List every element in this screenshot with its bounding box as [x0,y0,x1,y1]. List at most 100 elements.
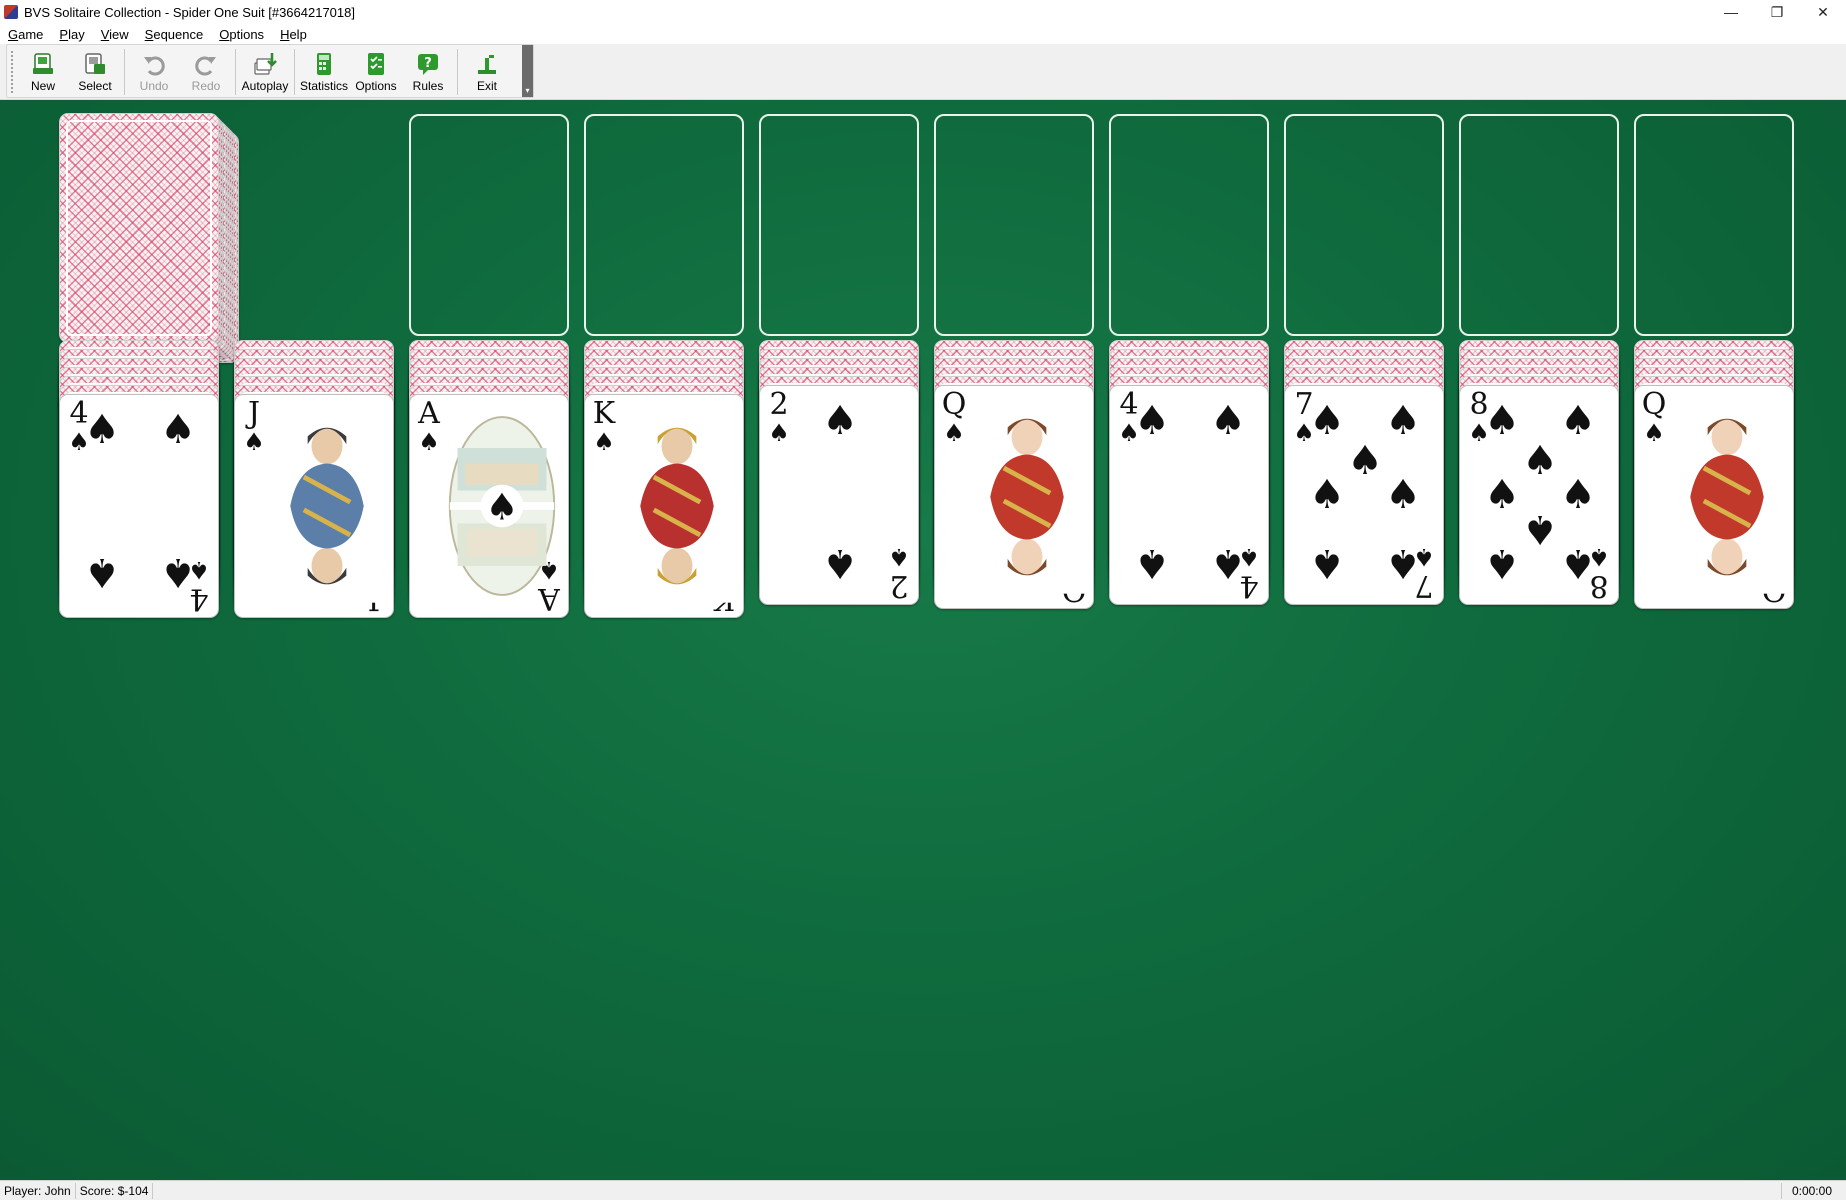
toolbar-separator [235,49,236,95]
options-label: Options [355,79,397,93]
exit-icon [478,55,496,74]
spade-icon: ♠ [888,543,910,571]
autoplay-icon [254,53,277,75]
player-status: Player: John [0,1182,76,1199]
foundation-slot [934,114,1094,336]
spade-icon: ♠ [943,419,965,447]
select-game-button[interactable]: Select [69,45,121,97]
tableau-card-2-spades[interactable]: 2 ♠ 2 ♠ ♠ ♠ [759,385,919,605]
stock-card-back[interactable] [59,113,219,343]
foundation-slot [1109,114,1269,336]
court-portrait-K [619,409,735,603]
card-face-art [619,407,735,605]
card-corner-rank: A ♠ [415,399,443,456]
new-game-button[interactable]: New [17,45,69,97]
elapsed-time: 0:00:00 [1780,1183,1846,1199]
spade-icon: ♠ [1309,398,1345,444]
ace-medallion: ♠ [448,416,556,596]
spade-icon: ♠ [1210,540,1246,586]
menu-bar: Game Play View Sequence Options Help [0,24,1846,44]
court-portrait-J [269,409,385,603]
spade-icon: ♠ [1643,419,1665,447]
redo-icon [195,56,216,76]
card-corner-rank: Q♠ [941,387,967,447]
menu-view[interactable]: View [93,27,137,42]
redo-label: Redo [191,79,221,93]
statistics-button[interactable]: Statistics [298,45,350,97]
tableau-card-4-spades[interactable]: 4 ♠ 4 ♠ ♠ ♠ ♠ ♠ [1109,385,1269,605]
tableau-card-J-spades[interactable]: J♠J♠ [234,394,394,618]
foundation-slot [1459,114,1619,336]
toolbar-separator [294,49,295,95]
tableau-card-4-spades[interactable]: 4 ♠ 4 ♠ ♠ ♠ ♠ ♠ [59,394,219,618]
toolbar: New Select Undo Redo Autoplay Statistics… [6,44,534,98]
spade-icon: ♠ [1347,438,1383,484]
minimize-button[interactable]: — [1708,0,1754,24]
tableau-card-K-spades[interactable]: K♠K♠ [584,394,744,618]
card-face-art [969,398,1085,596]
card-face-art [1669,398,1785,596]
rules-label: Rules [412,79,444,93]
menu-help[interactable]: Help [272,27,315,42]
toolbar-separator [124,49,125,95]
title-bar: BVS Solitaire Collection - Spider One Su… [0,0,1846,24]
options-button[interactable]: Options [350,45,402,97]
foundation-slot [759,114,919,336]
menu-sequence[interactable]: Sequence [137,27,212,42]
card-corner-rank: 2 ♠ [765,390,793,446]
exit-button[interactable]: Exit [461,45,513,97]
tableau-card-A-spades[interactable]: A ♠ A ♠ ♠ [409,394,569,618]
tableau-card-Q-spades[interactable]: Q♠Q♠ [1634,385,1794,609]
tableau-card-Q-spades[interactable]: Q♠Q♠ [934,385,1094,609]
card-face-art: ♠ [444,407,560,605]
window-controls: — ❐ ✕ [1708,0,1846,24]
spade-icon: ♠ [418,428,440,456]
toolbar-grip[interactable] [10,50,14,94]
spade-icon: ♠ [1385,398,1421,444]
autoplay-button[interactable]: Autoplay [239,45,291,97]
restore-button[interactable]: ❐ [1754,0,1800,24]
spade-icon: ♠ [1385,472,1421,518]
tableau-card-7-spades[interactable]: 7 ♠ 7 ♠ ♠ ♠ ♠ ♠ ♠ ♠ ♠ [1284,385,1444,605]
spade-icon: ♠ [84,549,120,595]
card-corner-rank: Q♠ [1641,387,1667,447]
card-corner-rank: J♠ [240,399,268,456]
help-icon: ? [418,54,438,75]
spade-icon: ♠ [1484,540,1520,586]
menu-options[interactable]: Options [211,27,272,42]
game-table: 4♠4♠♠♠♠♠J♠J♠ A♠A♠ ♠ K♠K♠ [0,100,1846,1180]
spade-icon: ♠ [1210,398,1246,444]
svg-text:?: ? [424,56,432,71]
spade-icon: ♠ [822,398,858,444]
redo-button[interactable]: Redo [180,45,232,97]
spade-icon: ♠ [160,549,196,595]
rules-button[interactable]: ? Rules [402,45,454,97]
spade-icon: ♠ [1309,472,1345,518]
toolbar-separator [457,49,458,95]
spade-icon: ♠ [1484,472,1520,518]
card-face-art [269,407,385,605]
spade-icon: ♠ [822,540,858,586]
tableau-card-8-spades[interactable]: 8 ♠ 8 ♠ ♠ ♠ ♠ ♠ ♠ ♠ ♠ ♠ [1459,385,1619,605]
toolbar-overflow-button[interactable]: ▾ [522,45,533,97]
spade-icon: ♠ [243,428,265,456]
spade-icon: ♠ [593,428,615,456]
menu-play[interactable]: Play [51,27,92,42]
exit-label: Exit [476,79,497,93]
spade-icon: ♠ [1522,506,1558,552]
spade-icon: ♠ [1484,398,1520,444]
spade-icon: ♠ [1522,438,1558,484]
app-icon [4,5,18,19]
spade-icon: ♠ [84,407,120,453]
close-button[interactable]: ✕ [1800,0,1846,24]
undo-button[interactable]: Undo [128,45,180,97]
svg-text:♠: ♠ [486,486,519,529]
spade-icon: ♠ [1385,540,1421,586]
toolbar-strip: New Select Undo Redo Autoplay Statistics… [0,44,1846,100]
select-game-icon [85,53,105,74]
statistics-icon [317,53,331,75]
menu-game[interactable]: Game [0,27,51,42]
spade-icon: ♠ [1134,398,1170,444]
card-corner-rank: K♠ [590,399,618,456]
undo-icon [144,56,165,76]
